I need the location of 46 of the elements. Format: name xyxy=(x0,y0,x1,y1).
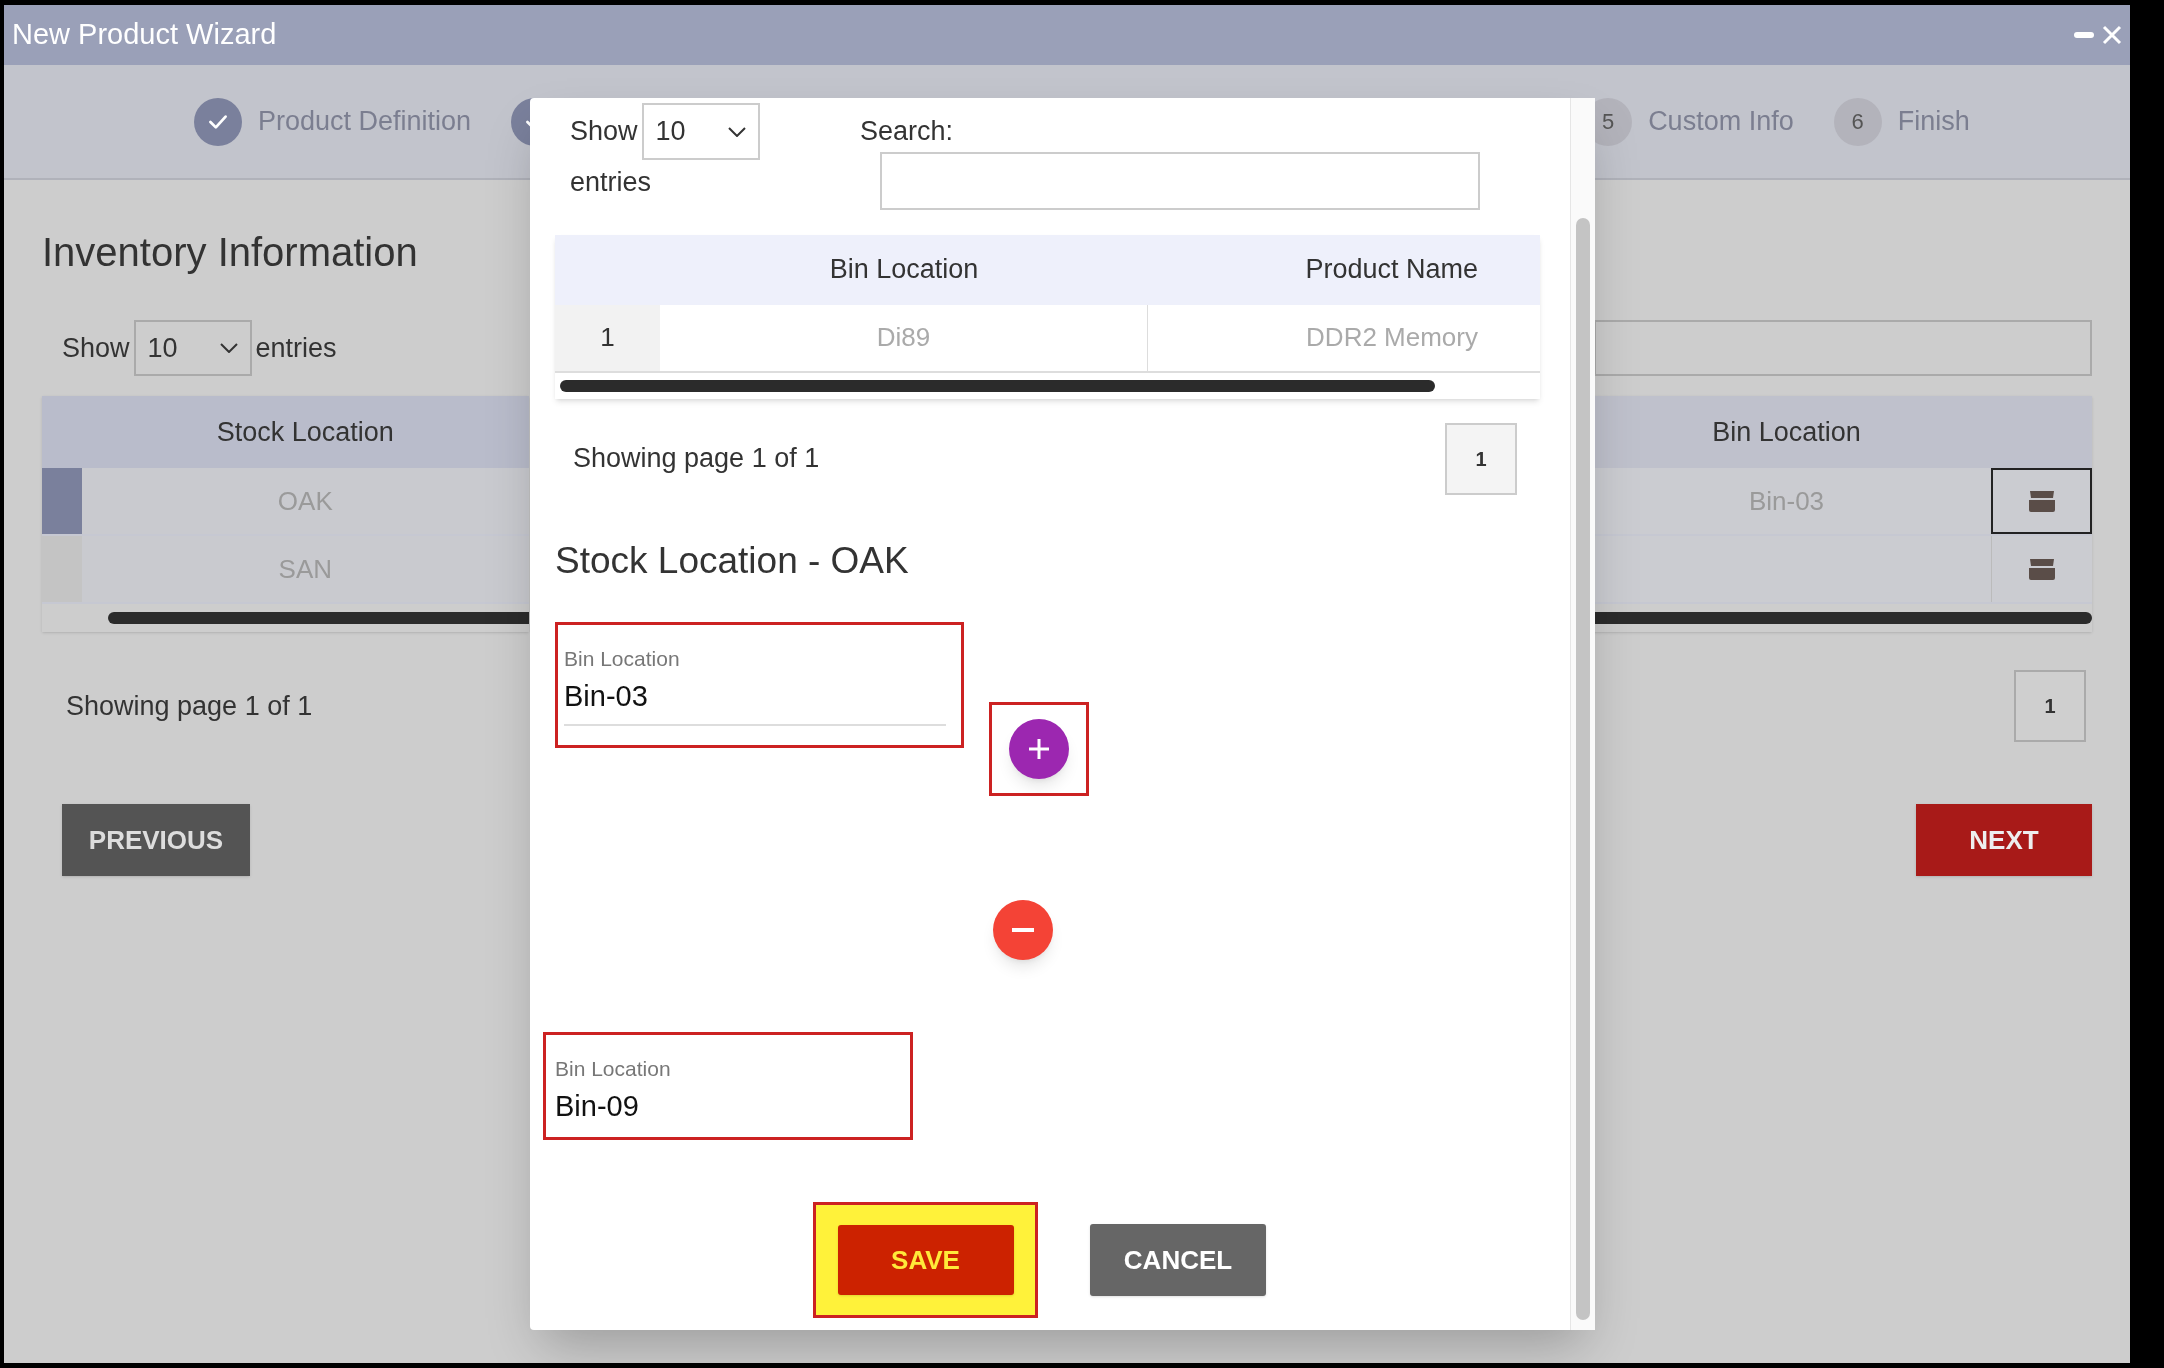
chest-icon[interactable] xyxy=(2026,488,2057,514)
field-label: Bin Location xyxy=(555,1056,672,1082)
action-cell[interactable] xyxy=(1991,468,2092,534)
pagination-info: Showing page 1 of 1 xyxy=(573,442,820,476)
page-size-select[interactable]: 10 xyxy=(133,320,252,376)
chest-icon[interactable] xyxy=(2027,556,2057,582)
field-value: Bin-09 xyxy=(555,1088,640,1124)
minimize-icon[interactable] xyxy=(2074,31,2094,39)
section-heading: Inventory Information xyxy=(42,229,418,276)
page-size-select[interactable]: 10 xyxy=(641,103,760,160)
column-header[interactable]: Product Name xyxy=(1148,249,1540,290)
show-label: Show xyxy=(62,331,130,365)
search-input[interactable] xyxy=(1594,320,2092,376)
bin-location-field[interactable]: Bin Location Bin-03 xyxy=(555,622,964,748)
pagination-info: Showing page 1 of 1 xyxy=(66,689,313,723)
remove-button[interactable] xyxy=(993,900,1053,960)
close-icon[interactable] xyxy=(2102,25,2122,45)
next-button[interactable]: NEXT xyxy=(1916,804,2092,876)
plus-icon xyxy=(1028,738,1050,760)
column-header[interactable]: Bin Location xyxy=(660,249,1148,290)
search-input[interactable] xyxy=(880,151,1480,210)
search-label: Search: xyxy=(860,115,955,148)
scrollbar-thumb[interactable] xyxy=(560,379,1435,392)
table-cell: Di89 xyxy=(660,304,1148,371)
field-value: Bin-03 xyxy=(564,674,946,726)
entries-label: entries xyxy=(255,331,337,365)
show-label: Show xyxy=(570,115,638,149)
minus-icon xyxy=(1012,928,1034,932)
add-button[interactable] xyxy=(1009,719,1069,779)
cancel-button[interactable]: CANCEL xyxy=(1090,1224,1266,1296)
row-number: 1 xyxy=(555,304,660,371)
table-cell-text: DDR2 Memory xyxy=(1305,321,1479,354)
chevron-down-icon xyxy=(219,343,238,353)
chevron-down-icon xyxy=(727,126,746,137)
bin-location-field[interactable]: Bin Location Bin-09 xyxy=(543,1032,913,1140)
column-header[interactable]: Stock Location xyxy=(42,396,529,468)
field-label: Bin Location xyxy=(564,646,681,672)
scrollbar-thumb[interactable] xyxy=(108,612,529,624)
window-title: New Product Wizard xyxy=(12,17,277,53)
scrollbar-thumb[interactable] xyxy=(1576,218,1590,1320)
save-button[interactable]: SAVE xyxy=(837,1225,1014,1295)
page-button[interactable]: 1 xyxy=(1445,422,1517,495)
entries-label: entries xyxy=(570,166,653,199)
previous-button[interactable]: PREVIOUS xyxy=(62,804,250,876)
page-button[interactable]: 1 xyxy=(2014,670,2086,742)
section-title: Stock Location - OAK xyxy=(555,538,910,583)
